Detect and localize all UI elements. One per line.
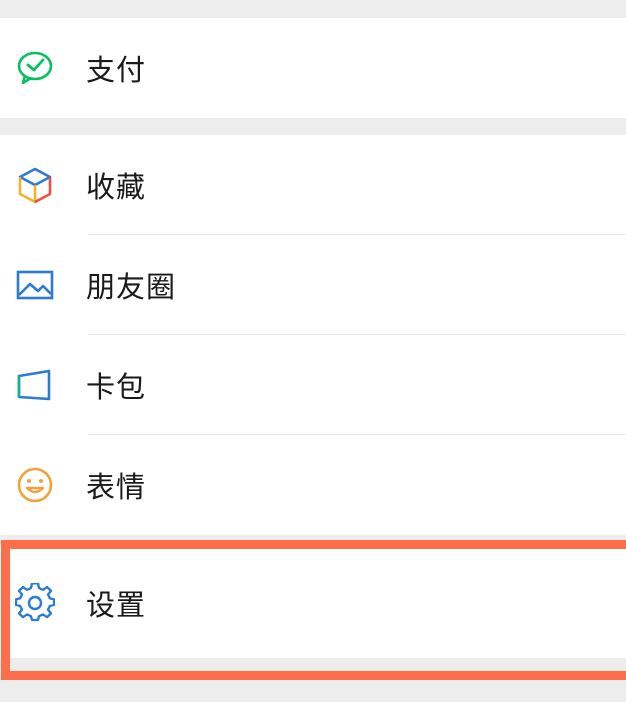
menu-group-pay: 支付: [0, 18, 626, 118]
cube-icon: [13, 163, 57, 207]
menu-item-label: 设置: [86, 588, 147, 622]
smiley-icon: [13, 463, 57, 507]
menu-item-settings[interactable]: 设置: [0, 553, 626, 653]
menu-group-settings: 设置: [0, 548, 626, 658]
menu-item-stickers[interactable]: 表情: [0, 435, 626, 535]
menu-item-favorites[interactable]: 收藏: [0, 135, 626, 235]
menu-group-main: 收藏 朋友圈 卡包 表情: [0, 135, 626, 535]
menu-item-label: 卡包: [86, 370, 147, 404]
menu-item-pay[interactable]: 支付: [0, 18, 626, 118]
menu-item-label: 表情: [86, 470, 147, 504]
card-icon: [13, 363, 57, 407]
gear-icon: [13, 581, 57, 625]
wechat-pay-icon: [13, 46, 57, 90]
menu-item-label: 朋友圈: [86, 270, 177, 304]
menu-item-label: 收藏: [86, 170, 147, 204]
image-icon: [13, 263, 57, 307]
menu-item-moments[interactable]: 朋友圈: [0, 235, 626, 335]
menu-item-cards[interactable]: 卡包: [0, 335, 626, 435]
menu-item-label: 支付: [86, 53, 147, 87]
me-page-menu: 支付 收藏 朋友圈 卡包 表情 设置: [0, 0, 626, 702]
